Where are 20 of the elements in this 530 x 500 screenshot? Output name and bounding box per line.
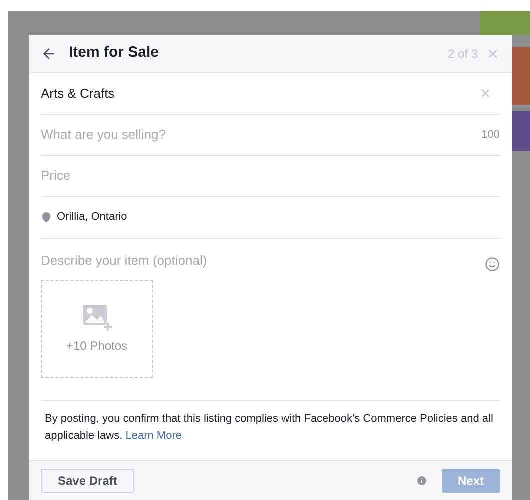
emoji-icon[interactable]: [485, 257, 500, 272]
info-icon[interactable]: [416, 474, 428, 486]
clear-icon[interactable]: [479, 87, 492, 100]
price-field[interactable]: Price: [41, 166, 500, 186]
category-value: Arts & Crafts: [41, 84, 115, 103]
policy-notice: By posting, you confirm that this listing complies with Facebook's Commerce Policies and all applicable laws. Learn More: [45, 412, 494, 444]
title-field[interactable]: What are you selling?: [41, 125, 482, 145]
tile: [480, 11, 530, 35]
location-pin-icon: [41, 212, 52, 223]
add-photos-button[interactable]: +10 Photos: [41, 280, 153, 378]
add-image-icon: [82, 303, 112, 331]
dialog-title: Item for Sale: [69, 43, 160, 64]
tile: [512, 111, 530, 151]
save-draft-button[interactable]: Save Draft: [41, 468, 134, 492]
character-counter: 100: [482, 128, 500, 143]
back-icon[interactable]: [41, 46, 57, 62]
description-field[interactable]: Describe your item (optional): [41, 251, 485, 270]
tile: [512, 47, 530, 105]
location-value[interactable]: Orillia, Ontario: [57, 209, 128, 226]
learn-more-link[interactable]: Learn More: [126, 430, 182, 442]
